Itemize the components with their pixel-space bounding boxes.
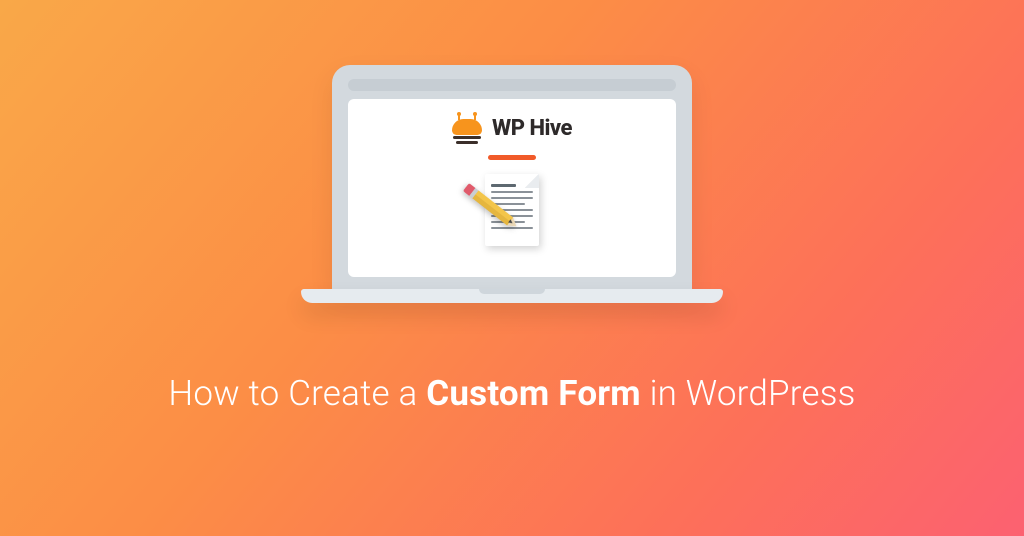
page-title: How to Create a Custom Form in WordPress <box>168 373 855 414</box>
brand-logo-text: WP Hive <box>492 116 572 141</box>
bee-logo-icon <box>452 113 482 143</box>
title-part-before: How to Create a <box>168 373 426 414</box>
brand-logo: WP Hive <box>452 113 572 143</box>
accent-bar <box>488 155 536 160</box>
laptop-screen-bezel: WP Hive <box>332 65 692 289</box>
title-part-bold: Custom Form <box>426 373 641 414</box>
title-part-after: in WordPress <box>641 373 856 414</box>
laptop-keyboard-deck <box>301 289 723 303</box>
laptop-illustration: WP Hive <box>301 65 723 303</box>
laptop-screen: WP Hive <box>348 99 676 277</box>
hero-banner: WP Hive <box>0 0 1024 536</box>
browser-bar <box>348 79 676 91</box>
form-illustration <box>472 174 552 254</box>
